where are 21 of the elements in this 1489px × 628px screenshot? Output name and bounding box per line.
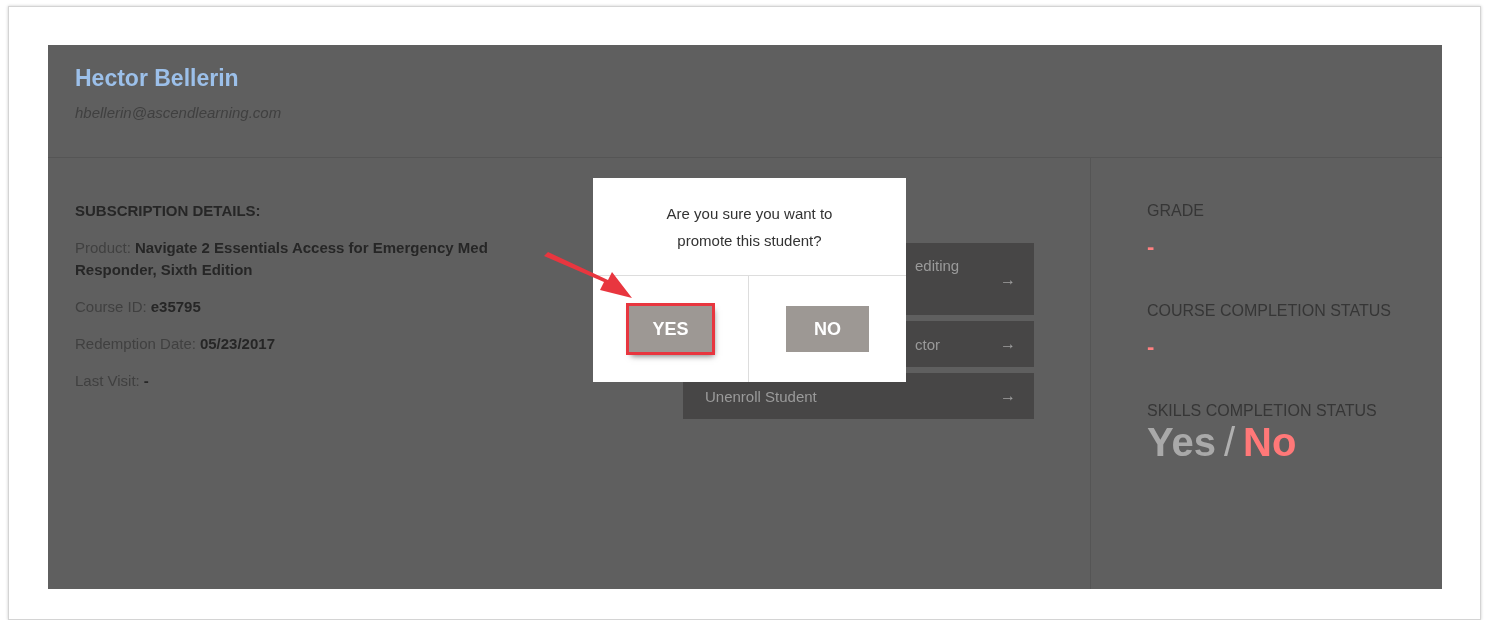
student-name: Hector Bellerin [75, 65, 240, 92]
choice-option: Yes [1147, 420, 1216, 464]
action-label: ctor [915, 335, 940, 353]
field-value: Responder, Sixth Edition [75, 261, 253, 278]
status-value: - [1147, 234, 1156, 260]
field-value: - [143, 372, 149, 389]
action-label: editing [915, 257, 960, 274]
dialog-button[interactable]: YES [629, 306, 712, 352]
action-label: Unenroll Student [705, 387, 817, 405]
dialog-message: Are you sure you want to promote this student? [593, 178, 906, 276]
field-value: e35795 [150, 298, 201, 315]
arrow-icon: → [1000, 387, 1016, 405]
dialog-button[interactable]: NO [786, 306, 869, 352]
choice-option: No [1243, 420, 1297, 464]
section-heading: SUBSCRIPTION DETAILS: [75, 202, 261, 219]
arrow-icon: → [1000, 271, 1016, 289]
field-value: Navigate 2 Essentials Access for Emergency Med [134, 239, 488, 256]
field-value: 05/23/2017 [199, 335, 275, 352]
status-value: - [1147, 334, 1156, 360]
arrow-icon: → [1000, 335, 1016, 353]
separator: / [1223, 420, 1236, 464]
